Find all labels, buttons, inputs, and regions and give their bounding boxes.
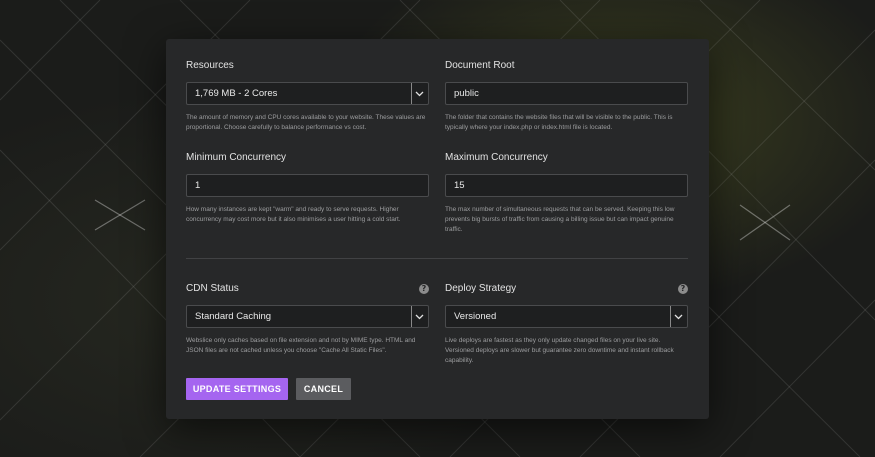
cdn-status-select[interactable]: Standard Caching	[186, 305, 429, 328]
resources-help: The amount of memory and CPU cores avail…	[186, 114, 426, 131]
document-root-input[interactable]: public	[445, 82, 688, 105]
divider	[186, 258, 688, 259]
cdn-status-help: Webslice only caches based on file exten…	[186, 337, 416, 354]
update-settings-button[interactable]: UPDATE SETTINGS	[186, 378, 288, 400]
cdn-status-value: Standard Caching	[195, 311, 272, 322]
min-concurrency-field: Minimum Concurrency 1 How many instances…	[186, 152, 429, 225]
min-concurrency-value: 1	[195, 180, 201, 191]
resources-select[interactable]: 1,769 MB - 2 Cores	[186, 82, 429, 105]
max-concurrency-input[interactable]: 15	[445, 174, 688, 197]
help-icon[interactable]: ?	[678, 284, 688, 294]
settings-panel: Resources 1,769 MB - 2 Cores The amount …	[166, 39, 709, 419]
deploy-strategy-value: Versioned	[454, 311, 497, 322]
resources-field: Resources 1,769 MB - 2 Cores The amount …	[186, 60, 429, 133]
deploy-strategy-help: Live deploys are fastest as they only up…	[445, 337, 674, 364]
cdn-status-label: CDN Status ?	[186, 283, 429, 295]
max-concurrency-value: 15	[454, 180, 465, 191]
max-concurrency-field: Maximum Concurrency 15 The max number of…	[445, 152, 688, 235]
resources-value: 1,769 MB - 2 Cores	[195, 88, 278, 99]
min-concurrency-input[interactable]: 1	[186, 174, 429, 197]
deploy-strategy-label: Deploy Strategy ?	[445, 283, 688, 295]
document-root-field: Document Root public The folder that con…	[445, 60, 688, 133]
min-concurrency-help: How many instances are kept "warm" and r…	[186, 206, 401, 223]
max-concurrency-help: The max number of simultaneous requests …	[445, 206, 675, 233]
resources-label: Resources	[186, 60, 234, 71]
chevron-down-icon	[411, 306, 424, 327]
document-root-value: public	[454, 88, 479, 99]
cdn-status-field: CDN Status ? Standard Caching Webslice o…	[186, 283, 429, 356]
cancel-button[interactable]: CANCEL	[296, 378, 351, 400]
deploy-strategy-select[interactable]: Versioned	[445, 305, 688, 328]
max-concurrency-label: Maximum Concurrency	[445, 152, 548, 163]
chevron-down-icon	[411, 83, 424, 104]
min-concurrency-label: Minimum Concurrency	[186, 152, 287, 163]
document-root-label: Document Root	[445, 60, 515, 71]
document-root-help: The folder that contains the website fil…	[445, 114, 673, 131]
help-icon[interactable]: ?	[419, 284, 429, 294]
deploy-strategy-field: Deploy Strategy ? Versioned Live deploys…	[445, 283, 688, 366]
chevron-down-icon	[670, 306, 683, 327]
